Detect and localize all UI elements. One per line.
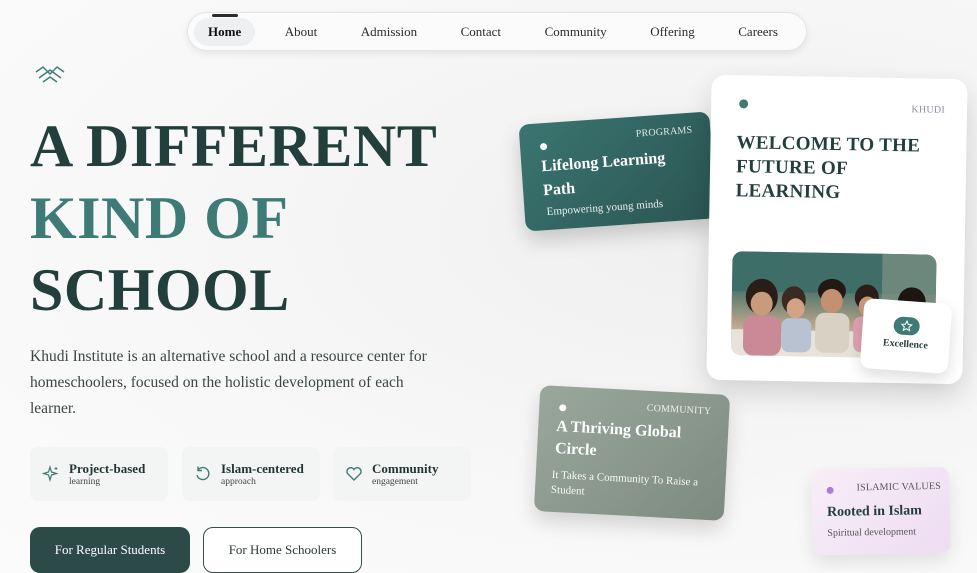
- nav-contact[interactable]: Contact: [447, 18, 515, 46]
- feature-community: Community engagement: [333, 447, 471, 501]
- programs-card[interactable]: PROGRAMS Lifelong Learning Path Empoweri…: [518, 111, 717, 232]
- feature-islam-centered: Islam-centered approach: [182, 447, 320, 501]
- card-subtitle: Spiritual development: [827, 526, 917, 539]
- card-dot: [559, 404, 567, 412]
- feature-subtitle: learning: [69, 476, 101, 487]
- main-nav: Home About Admission Contact Community O…: [187, 12, 807, 51]
- card-tag: PROGRAMS: [635, 124, 693, 140]
- hero-title: A DIFFERENT KIND OF SCHOOL: [30, 110, 437, 326]
- card-dot: [539, 142, 548, 151]
- card-tag: ISLAMIC VALUES: [856, 480, 942, 494]
- heart-icon: [346, 467, 362, 481]
- refresh-icon: [196, 466, 210, 481]
- card-tag: KHUDI: [911, 104, 946, 116]
- sparkle-icon: [42, 465, 59, 483]
- card-title: Lifelong Learning Path: [540, 149, 666, 200]
- nav-careers[interactable]: Careers: [724, 18, 792, 46]
- hero-title-line3: SCHOOL: [30, 257, 290, 323]
- nav-admission[interactable]: Admission: [347, 18, 431, 46]
- badge-label: Excellence: [882, 337, 929, 352]
- community-card[interactable]: COMMUNITY A Thriving Global Circle It Ta…: [533, 385, 731, 521]
- nav-community[interactable]: Community: [531, 18, 621, 46]
- feature-title: Community: [372, 460, 439, 476]
- logo-icon[interactable]: [35, 66, 65, 86]
- card-tag: COMMUNITY: [646, 402, 712, 418]
- feature-subtitle: engagement: [372, 476, 418, 487]
- feature-title: Islam-centered: [221, 460, 304, 476]
- feature-title: Project-based: [69, 460, 146, 476]
- home-schoolers-button[interactable]: For Home Schoolers: [203, 527, 362, 573]
- islamic-values-card[interactable]: ISLAMIC VALUES Rooted in Islam Spiritual…: [811, 466, 951, 556]
- feature-project-based: Project-based learning: [30, 447, 168, 501]
- nav-home[interactable]: Home: [194, 17, 256, 46]
- card-dot: [826, 486, 834, 494]
- hero-title-line1: A DIFFERENT: [30, 113, 438, 179]
- star-icon: [893, 316, 921, 336]
- nav-offering[interactable]: Offering: [636, 18, 709, 46]
- hero-description: Khudi Institute is an alternative school…: [30, 348, 427, 417]
- card-title: A Thriving Global Circle: [554, 418, 682, 460]
- feature-subtitle: approach: [221, 476, 256, 487]
- hero-title-line2: KIND OF: [30, 185, 289, 251]
- card-dot: [739, 99, 749, 109]
- excellence-badge: Excellence: [859, 298, 953, 374]
- nav-about[interactable]: About: [271, 18, 332, 46]
- regular-students-button[interactable]: For Regular Students: [30, 527, 190, 573]
- welcome-title: WELCOME TO THE FUTURE OF LEARNING: [735, 132, 921, 204]
- card-title: Rooted in Islam: [826, 503, 923, 520]
- card-subtitle: It Takes a Community To Raise a Student: [550, 468, 699, 498]
